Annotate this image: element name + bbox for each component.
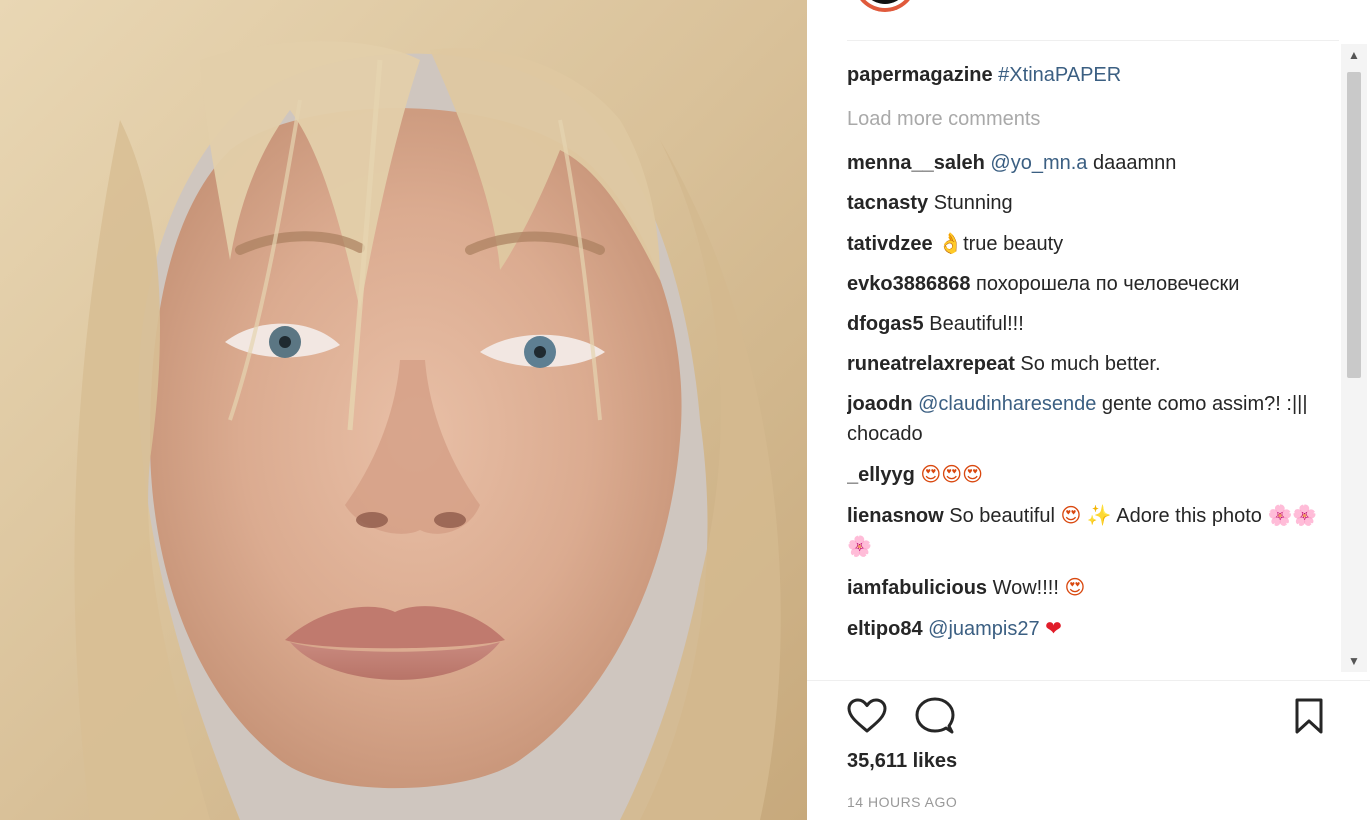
scrollbar-thumb[interactable] bbox=[1347, 72, 1361, 378]
bookmark-icon bbox=[1295, 698, 1323, 734]
comment-username[interactable]: evko3886868 bbox=[847, 273, 970, 295]
like-button[interactable] bbox=[845, 694, 889, 738]
save-button[interactable] bbox=[1287, 694, 1331, 738]
comment-text: Adore this photo bbox=[1111, 505, 1268, 527]
comment-mention[interactable]: @claudinharesende bbox=[918, 393, 1096, 415]
comment-text: Wow!!!! bbox=[987, 577, 1065, 599]
author-avatar[interactable] bbox=[853, 0, 917, 12]
comment-text: So beautiful bbox=[943, 505, 1061, 527]
comment-item: evko3886868 похорошела по человечески bbox=[847, 269, 1339, 299]
post-photo[interactable] bbox=[0, 0, 807, 820]
comment-item: _ellyyg 😍😍😍 bbox=[847, 459, 1339, 490]
heart-eyes-emoji-icon: 😍 bbox=[1060, 503, 1082, 527]
comment-username[interactable]: runeatrelaxrepeat bbox=[847, 353, 1015, 375]
actions-divider bbox=[807, 680, 1370, 681]
comment-text: Stunning bbox=[928, 192, 1013, 214]
comment-username[interactable]: lienasnow bbox=[847, 505, 944, 527]
comment-text: true beauty bbox=[963, 233, 1064, 255]
red-heart-emoji-icon: ❤ bbox=[1045, 616, 1062, 640]
post-side-panel: papermagazine #XtinaPAPER Load more comm… bbox=[807, 0, 1370, 820]
sparkles-emoji-icon: ✨ bbox=[1086, 503, 1112, 527]
comment-mention[interactable]: @juampis27 bbox=[928, 618, 1039, 640]
comment-item: tativdzee 👌true beauty bbox=[847, 228, 1339, 259]
comment-item: runeatrelaxrepeat So much better. bbox=[847, 349, 1339, 379]
caption-username[interactable]: papermagazine bbox=[847, 64, 993, 86]
comment-username[interactable]: _ellyyg bbox=[847, 464, 915, 486]
comment-username[interactable]: eltipo84 bbox=[847, 618, 923, 640]
post-timestamp[interactable]: 14 HOURS AGO bbox=[847, 794, 957, 810]
comment-text: So much better. bbox=[1014, 353, 1161, 375]
comment-item: menna__saleh @yo_mn.a daaamnn bbox=[847, 148, 1339, 178]
comment-text: daaamnn bbox=[1087, 152, 1177, 174]
likes-count[interactable]: 35,611 likes bbox=[847, 750, 957, 773]
scroll-up-arrow-icon[interactable]: ▲ bbox=[1341, 44, 1367, 66]
comment-username[interactable]: tacnasty bbox=[847, 192, 928, 214]
comment-username[interactable]: tativdzee bbox=[847, 233, 933, 255]
speech-bubble-icon bbox=[915, 697, 955, 734]
heart-eyes-emoji-icon: 😍😍😍 bbox=[920, 462, 983, 486]
heart-eyes-emoji-icon: 😍 bbox=[1064, 575, 1086, 599]
comment-item: eltipo84 @juampis27 ❤ bbox=[847, 613, 1339, 644]
comment-username[interactable]: menna__saleh bbox=[847, 152, 985, 174]
comment-button[interactable] bbox=[913, 694, 957, 738]
comment-text: похорошела по человечески bbox=[970, 273, 1240, 295]
portrait-image bbox=[0, 0, 807, 820]
comment-item: iamfabulicious Wow!!!! 😍 bbox=[847, 572, 1339, 603]
comment-username[interactable]: joaodn bbox=[847, 393, 913, 415]
comment-username[interactable]: iamfabulicious bbox=[847, 577, 987, 599]
comment-item: tacnasty Stunning bbox=[847, 188, 1339, 218]
comment-username[interactable]: dfogas5 bbox=[847, 313, 924, 335]
caption-hashtag[interactable]: #XtinaPAPER bbox=[998, 64, 1121, 86]
scroll-down-arrow-icon[interactable]: ▼ bbox=[1341, 650, 1367, 672]
comment-text: Beautiful!!! bbox=[923, 313, 1024, 335]
instagram-post: papermagazine #XtinaPAPER Load more comm… bbox=[0, 0, 1370, 820]
comments-scrollbar[interactable]: ▲ ▼ bbox=[1341, 44, 1367, 672]
heart-outline-icon bbox=[847, 698, 887, 733]
comment-item: lienasnow So beautiful 😍 ✨ Adore this ph… bbox=[847, 500, 1339, 562]
comment-item: joaodn @claudinharesende gente como assi… bbox=[847, 389, 1339, 449]
header-divider bbox=[847, 40, 1339, 41]
comment-item: dfogas5 Beautiful!!! bbox=[847, 309, 1339, 339]
comments-list[interactable]: papermagazine #XtinaPAPER Load more comm… bbox=[847, 56, 1339, 676]
load-more-comments-link[interactable]: Load more comments bbox=[847, 104, 1339, 134]
ok-hand-emoji-icon: 👌 bbox=[938, 231, 964, 255]
post-caption: papermagazine #XtinaPAPER bbox=[847, 56, 1339, 90]
comment-mention[interactable]: @yo_mn.a bbox=[990, 152, 1087, 174]
